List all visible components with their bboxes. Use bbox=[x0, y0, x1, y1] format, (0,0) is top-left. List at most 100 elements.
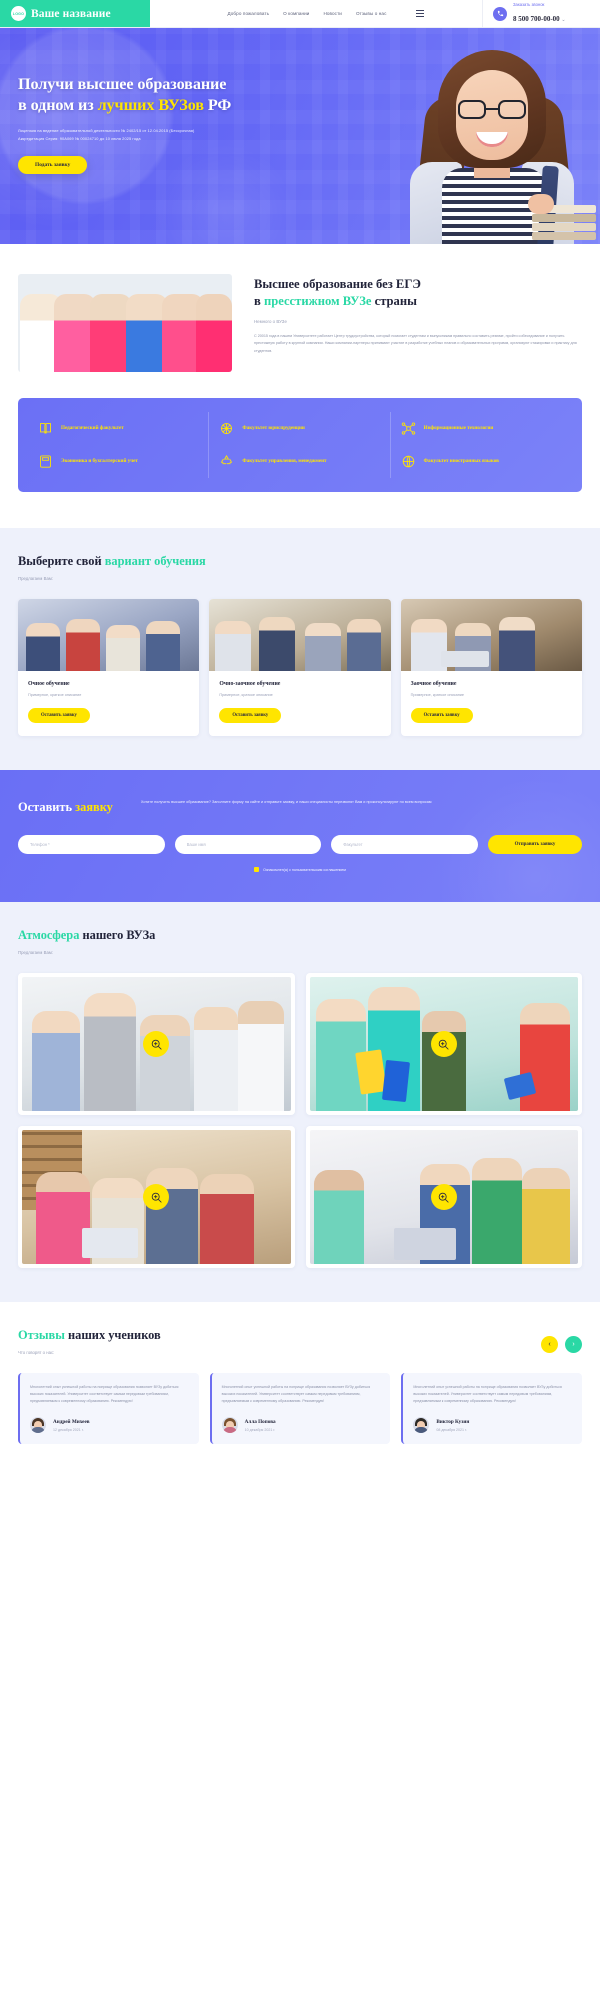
magnifier-plus-icon[interactable] bbox=[430, 1031, 457, 1057]
gallery-section: Атмосфера нашего ВУЗа Предлагаем Вам: bbox=[0, 902, 600, 1302]
faculty-item-economics[interactable]: Экономика и бухгалтерский учет bbox=[28, 445, 210, 478]
reviews-section: Отзывы наших учеников Что говорят о нас:… bbox=[0, 1302, 600, 1474]
variant-apply-button[interactable]: Оставить заявку bbox=[219, 708, 282, 723]
variant-desc: Примерное, краткое описание bbox=[28, 693, 82, 697]
variant-desc: Примерное, краткое описание bbox=[410, 693, 465, 697]
phone-icon bbox=[493, 6, 507, 21]
avatar bbox=[413, 1417, 430, 1433]
about-title-highlight: пресстижном ВУЗе bbox=[263, 294, 372, 309]
hamburger-icon[interactable] bbox=[416, 10, 425, 17]
variants-grid: Очное обучение Примерное, краткое описан… bbox=[18, 599, 582, 736]
chevron-left-icon[interactable]: ‹ bbox=[541, 1336, 558, 1353]
review-author-name: Алла Попова bbox=[244, 1418, 276, 1425]
form-submit-button[interactable]: Отправить заявку bbox=[488, 835, 583, 854]
reviews-header: Отзывы наших учеников Что говорят о нас:… bbox=[18, 1328, 582, 1355]
nav-item-reviews[interactable]: Отзывы о нас bbox=[356, 11, 387, 16]
nav-item-company[interactable]: О компании bbox=[283, 11, 309, 16]
nav-item-news[interactable]: Новости bbox=[323, 11, 341, 16]
logo-text: LOGO bbox=[12, 11, 25, 16]
about-paragraph: С 20015 года в нашем Университете работа… bbox=[254, 333, 577, 353]
gallery-title-b: нашего ВУЗа bbox=[79, 928, 156, 942]
form-title-a: Оставить bbox=[18, 800, 76, 814]
license-line-1: Лицензия на ведение образовательной деят… bbox=[18, 128, 195, 134]
brand-block[interactable]: LOGO Ваше название bbox=[0, 0, 150, 27]
faculty-input[interactable] bbox=[331, 835, 479, 854]
agreement-row[interactable]: Ознакомлен(а) с пользовательским соглаше… bbox=[18, 867, 582, 872]
variant-title: Очное обучение bbox=[28, 681, 70, 687]
review-date: 10 декабря 2021 г. bbox=[244, 1427, 276, 1432]
faculty-item-management[interactable]: Факультет управления, менеджмент bbox=[209, 445, 391, 478]
gallery-item[interactable] bbox=[18, 973, 295, 1115]
magnifier-plus-icon[interactable] bbox=[143, 1184, 170, 1210]
nav-item-welcome[interactable]: Добро пожаловать bbox=[228, 11, 270, 16]
magnifier-plus-icon[interactable] bbox=[430, 1184, 457, 1210]
phone-text: Заказать звонок 8 500 700-00-00 ⌄ bbox=[513, 2, 566, 26]
variants-subtitle: Предлагаем Вам: bbox=[18, 576, 53, 581]
gallery-image bbox=[309, 977, 578, 1111]
review-author-name: Виктор Кузин bbox=[436, 1418, 470, 1425]
about-photo bbox=[18, 274, 232, 372]
gallery-item[interactable] bbox=[305, 973, 582, 1115]
review-text: Многолетний опыт успешной работы на попр… bbox=[413, 1385, 562, 1403]
variant-card[interactable]: Очное обучение Примерное, краткое описан… bbox=[18, 599, 200, 736]
review-author: Алла Попова 10 декабря 2021 г. bbox=[221, 1417, 381, 1433]
review-author-name: Андрей Михеев bbox=[53, 1418, 90, 1425]
variant-card[interactable]: Заочное обучение Примерное, краткое опис… bbox=[400, 599, 582, 736]
variants-title-highlight: вариант обучения bbox=[104, 554, 206, 568]
agreement-label: Ознакомлен(а) с пользовательским соглаше… bbox=[263, 867, 346, 872]
phone-number[interactable]: 8 500 700-00-00 ⌄ bbox=[513, 15, 566, 23]
book-icon bbox=[38, 421, 53, 436]
order-call-link[interactable]: Заказать звонок bbox=[513, 2, 566, 7]
review-card: Многолетний опыт успешной работы на попр… bbox=[18, 1373, 199, 1444]
hero-title-line2-b: РФ bbox=[203, 95, 232, 114]
variant-image bbox=[400, 599, 582, 671]
network-icon bbox=[401, 421, 416, 436]
faculty-item-it[interactable]: Информационные технологии bbox=[391, 412, 572, 445]
gallery-item[interactable] bbox=[305, 1126, 582, 1268]
hero-apply-button[interactable]: Подать заявку bbox=[18, 156, 88, 175]
phone-block[interactable]: Заказать звонок 8 500 700-00-00 ⌄ bbox=[482, 0, 600, 27]
variant-title: Заочное обучение bbox=[410, 681, 457, 687]
hero-title: Получи высшее образование в одном из луч… bbox=[18, 74, 600, 115]
gallery-image bbox=[22, 977, 291, 1111]
main-nav: Добро пожаловать О компании Новости Отзы… bbox=[150, 0, 482, 27]
about-title-line1: Высшее образование без ЕГЭ bbox=[254, 277, 421, 291]
magnifier-plus-icon[interactable] bbox=[143, 1031, 170, 1057]
gallery-item[interactable] bbox=[18, 1126, 295, 1268]
variants-title: Выберите свой вариант обучения bbox=[18, 554, 582, 569]
agreement-checkbox[interactable] bbox=[254, 867, 260, 872]
hero-title-line2-a: в одном из bbox=[18, 95, 98, 114]
faculty-item-law[interactable]: Факультет юриспруденции bbox=[209, 412, 391, 445]
calculator-icon bbox=[38, 454, 53, 469]
review-date: 12 декабря 2021 г. bbox=[53, 1427, 84, 1432]
about-subtitle: Немного о ВУЗе bbox=[254, 318, 287, 324]
faculty-label: Факультет юриспруденции bbox=[242, 424, 305, 431]
faculty-item-pedagogy[interactable]: Педагогический факультет bbox=[28, 412, 210, 445]
faculty-item-languages[interactable]: Факультет иностранных языков bbox=[391, 445, 572, 478]
chevron-right-icon[interactable]: › bbox=[565, 1336, 582, 1353]
review-author: Андрей Михеев 12 декабря 2021 г. bbox=[30, 1417, 189, 1433]
variant-title: Очно-заочное обучение bbox=[219, 681, 281, 687]
reviews-title-highlight: Отзывы bbox=[18, 1328, 65, 1342]
variant-body: Заочное обучение Примерное, краткое опис… bbox=[401, 671, 582, 736]
phone-input[interactable] bbox=[18, 835, 165, 854]
variant-apply-button[interactable]: Оставить заявку bbox=[410, 708, 473, 723]
brand-title: Ваше название bbox=[31, 7, 111, 20]
gallery-title: Атмосфера нашего ВУЗа bbox=[18, 928, 582, 943]
faculty-label: Информационные технологии bbox=[423, 424, 494, 431]
hero-title-highlight: лучших ВУЗов bbox=[97, 95, 204, 114]
form-title: Оставить заявку bbox=[18, 796, 113, 815]
review-text: Многолетний опыт успешной работы на попр… bbox=[221, 1385, 371, 1403]
reviews-title-b: наших учеников bbox=[64, 1328, 161, 1342]
variant-card[interactable]: Очно-заочное обучение Примерное, краткое… bbox=[209, 599, 391, 736]
faculty-label: Педагогический факультет bbox=[61, 424, 124, 431]
hero-license-block: Лицензия на ведение образовательной деят… bbox=[18, 127, 600, 142]
faculties-grid: Педагогический факультет Факультет юрисп… bbox=[18, 398, 582, 492]
scales-icon bbox=[219, 421, 234, 436]
variant-apply-button[interactable]: Оставить заявку bbox=[28, 708, 90, 723]
globe-icon bbox=[401, 454, 416, 469]
variants-title-a: Выберите свой bbox=[18, 554, 105, 568]
application-form-section: Оставить заявку Хотите получить высшее о… bbox=[0, 770, 600, 902]
name-input[interactable] bbox=[174, 835, 322, 854]
form-fields-row: Отправить заявку bbox=[18, 835, 583, 854]
